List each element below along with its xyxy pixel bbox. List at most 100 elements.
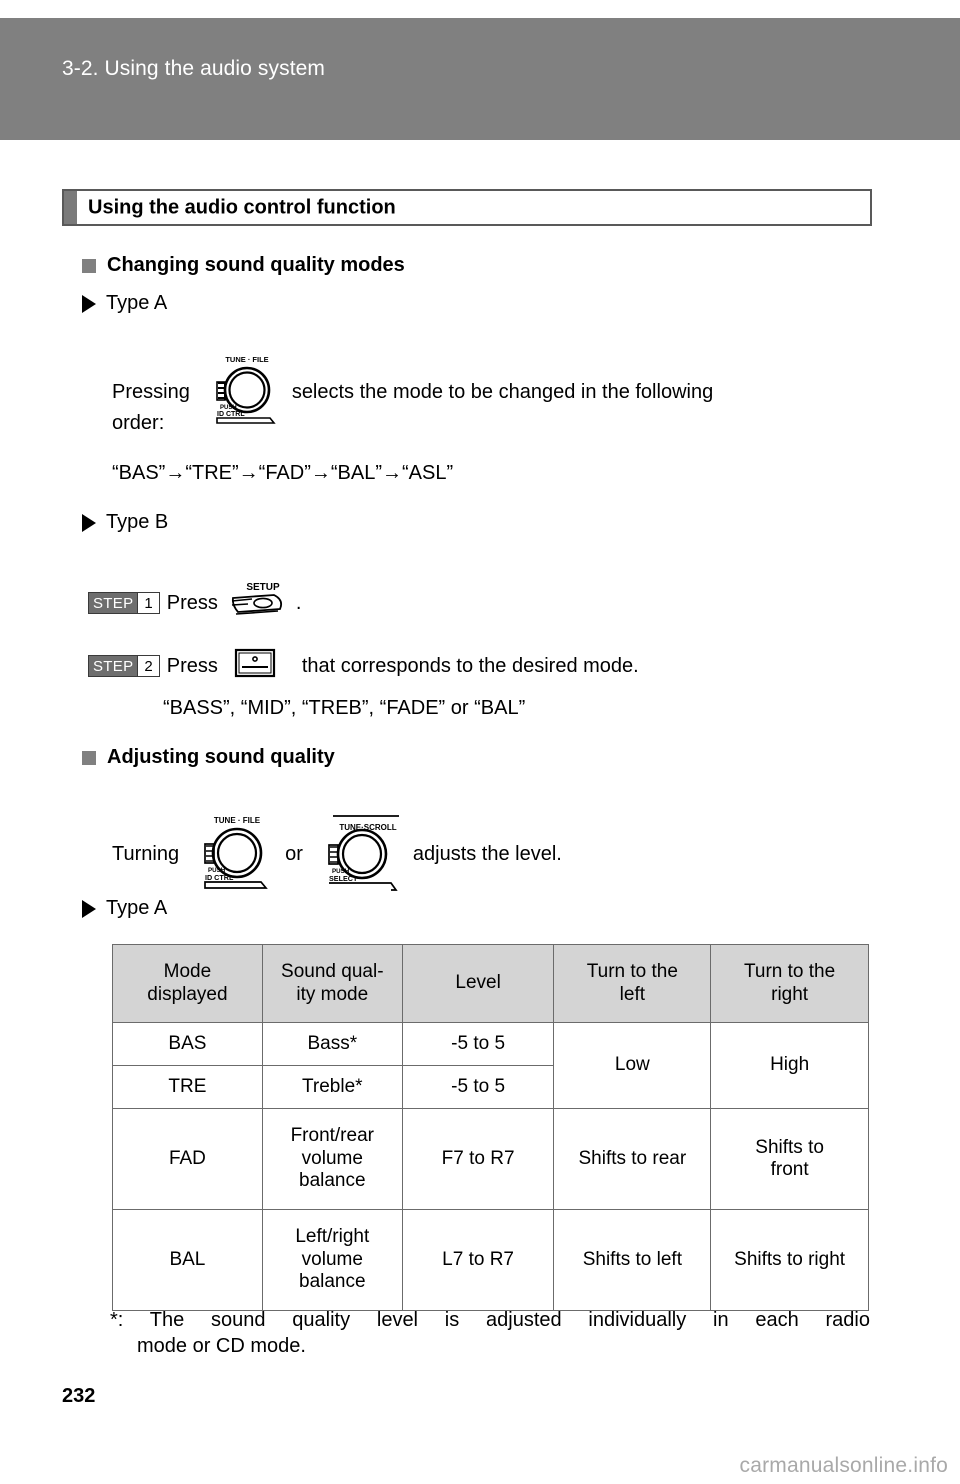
svg-text:TUNE · FILE: TUNE · FILE xyxy=(214,816,261,825)
cell-level-bas: -5 to 5 xyxy=(401,1022,555,1066)
header-line-2: left xyxy=(619,983,646,1005)
step-1-text-before: Press xyxy=(166,591,218,614)
cell-left-fad: Shifts to rear xyxy=(553,1108,712,1210)
footnote-line-2: mode or CD mode. xyxy=(137,1335,306,1358)
subsection-adjusting-quality-label: Adjusting sound quality xyxy=(107,746,335,768)
pressing-suffix-text: selects the mode to be changed in the fo… xyxy=(291,380,714,403)
step-1-number: 1 xyxy=(137,593,159,613)
cell-mode-bas: BAS xyxy=(112,1022,263,1066)
tune-file-knob-icon: TUNE · FILE PUSH ID CTRL xyxy=(189,811,271,896)
step-2-text-before: Press xyxy=(166,654,218,677)
table-header-level: Level xyxy=(401,944,555,1023)
cell-mode-tre: TRE xyxy=(112,1065,263,1109)
cell-quality-treble: Treble* xyxy=(261,1065,403,1109)
cell-quality-bal: Left/right volume balance xyxy=(261,1209,403,1311)
svg-text:SELECT: SELECT xyxy=(329,874,358,883)
cell-quality-bass: Bass* xyxy=(261,1022,403,1066)
table-header-turn-left: Turn to the left xyxy=(553,944,712,1023)
svg-text:SETUP: SETUP xyxy=(246,582,280,593)
table-header-turn-right: Turn to the right xyxy=(710,944,869,1023)
tune-file-knob-icon: TUNE · FILE PUSH ID CTRL xyxy=(200,352,280,431)
pressing-instruction-line: Pressing TUNE · FILE PUSH ID CTRL select… xyxy=(112,352,713,431)
type-a-label-2: Type A xyxy=(106,897,168,919)
step-1-row: STEP 1 Press SETUP . xyxy=(88,578,301,628)
header-line-2: right xyxy=(771,983,809,1005)
step-1-text-after: . xyxy=(295,591,302,614)
type-a-label-1: Type A xyxy=(106,292,168,314)
quality-line-3: balance xyxy=(299,1271,366,1293)
cell-mode-bal: BAL xyxy=(112,1209,263,1311)
cell-level-fad: F7 to R7 xyxy=(401,1108,555,1210)
table-row: BAL Left/right volume balance L7 to R7 S… xyxy=(112,1209,869,1311)
footnote-line-1: *: The sound quality level is adjusted i… xyxy=(110,1309,870,1331)
subsection-changing-modes: Changing sound quality modes xyxy=(82,254,405,277)
header-line-1: Turn to the xyxy=(744,961,836,983)
triangle-bullet-icon xyxy=(82,899,96,918)
type-a-heading-2: Type A xyxy=(82,897,167,920)
section-accent-bar xyxy=(64,191,77,224)
square-bullet-icon xyxy=(82,258,96,273)
quality-line-1: Left/right xyxy=(295,1226,370,1248)
quality-line-2: volume xyxy=(301,1248,363,1270)
preset-button-icon xyxy=(234,647,276,685)
setup-button-icon: SETUP xyxy=(230,578,288,628)
subsection-changing-modes-label: Changing sound quality modes xyxy=(107,254,405,276)
or-connector-text: or xyxy=(285,842,303,865)
step-2-badge: STEP 2 xyxy=(88,655,160,677)
sound-quality-table: Mode displayed Sound qual- ity mode Leve… xyxy=(112,944,869,1311)
right-line-1: Shifts to xyxy=(755,1136,824,1158)
step-2-text-after: that corresponds to the desired mode. xyxy=(301,654,639,677)
table-row: FAD Front/rear volume balance F7 to R7 S… xyxy=(112,1108,869,1210)
triangle-bullet-icon xyxy=(82,513,96,532)
quality-line-3: balance xyxy=(299,1170,366,1192)
pressing-prefix-text: Pressing xyxy=(112,380,190,403)
subsection-adjusting-quality: Adjusting sound quality xyxy=(82,746,335,769)
step-1-word: STEP xyxy=(89,593,138,613)
square-bullet-icon xyxy=(82,750,96,765)
cell-mode-fad: FAD xyxy=(112,1108,263,1210)
type-b-mode-list: “BASS”, “MID”, “TREB”, “FADE” or “BAL” xyxy=(163,697,526,719)
header-line-1: Mode xyxy=(163,961,212,983)
table-header-mode-displayed: Mode displayed xyxy=(112,944,263,1023)
cell-quality-fad: Front/rear volume balance xyxy=(261,1108,403,1210)
tune-scroll-knob-icon: TUNE·SCROLL PUSH SELECT xyxy=(313,808,405,899)
svg-text:ID CTRL: ID CTRL xyxy=(217,411,245,418)
turning-prefix-text: Turning xyxy=(112,842,180,865)
svg-text:ID CTRL: ID CTRL xyxy=(205,873,234,882)
step-1-badge: STEP 1 xyxy=(88,592,160,614)
step-2-row: STEP 2 Press that corresponds to the des… xyxy=(88,647,639,685)
manual-page: 3-2. Using the audio system Using the au… xyxy=(0,0,960,1484)
mode-order-sequence: “BAS”→“TRE”→“FAD”→“BAL”→“ASL” xyxy=(112,462,454,484)
footnote: *: The sound quality level is adjusted i… xyxy=(110,1307,870,1360)
site-watermark: carmanualsonline.info xyxy=(739,1454,948,1477)
cell-left-bal: Shifts to left xyxy=(553,1209,712,1311)
right-line-2: front xyxy=(770,1159,809,1180)
cell-left-low: Low xyxy=(553,1022,712,1109)
order-label: order: xyxy=(112,412,165,434)
cell-right-fad: Shifts to front xyxy=(710,1108,869,1210)
header-line-1: Turn to the xyxy=(586,961,678,983)
table-header-sound-quality-mode: Sound qual- ity mode xyxy=(261,944,403,1023)
header-line-2: displayed xyxy=(147,983,228,1005)
table-row: BAS Bass* -5 to 5 Low High xyxy=(112,1022,869,1109)
step-2-word: STEP xyxy=(89,656,138,676)
cell-level-tre: -5 to 5 xyxy=(401,1065,555,1109)
adjusts-level-text: adjusts the level. xyxy=(412,842,562,865)
page-number: 232 xyxy=(62,1385,96,1407)
section-title-text: Using the audio control function xyxy=(88,196,396,218)
cell-right-bal: Shifts to right xyxy=(710,1209,869,1311)
quality-line-2: volume xyxy=(301,1147,363,1169)
step-2-number: 2 xyxy=(137,656,159,676)
header-line-1: Sound qual- xyxy=(281,961,384,983)
type-b-heading: Type B xyxy=(82,511,168,534)
header-line-2: ity mode xyxy=(296,983,369,1005)
chapter-title: 3-2. Using the audio system xyxy=(62,57,325,80)
svg-text:TUNE · FILE: TUNE · FILE xyxy=(225,355,268,364)
table-header-row: Mode displayed Sound qual- ity mode Leve… xyxy=(112,944,869,1023)
quality-line-1: Front/rear xyxy=(290,1125,374,1147)
cell-right-high: High xyxy=(710,1022,869,1109)
type-a-heading-1: Type A xyxy=(82,292,167,315)
type-b-label: Type B xyxy=(106,511,169,533)
cell-level-bal: L7 to R7 xyxy=(401,1209,555,1311)
triangle-bullet-icon xyxy=(82,294,96,313)
